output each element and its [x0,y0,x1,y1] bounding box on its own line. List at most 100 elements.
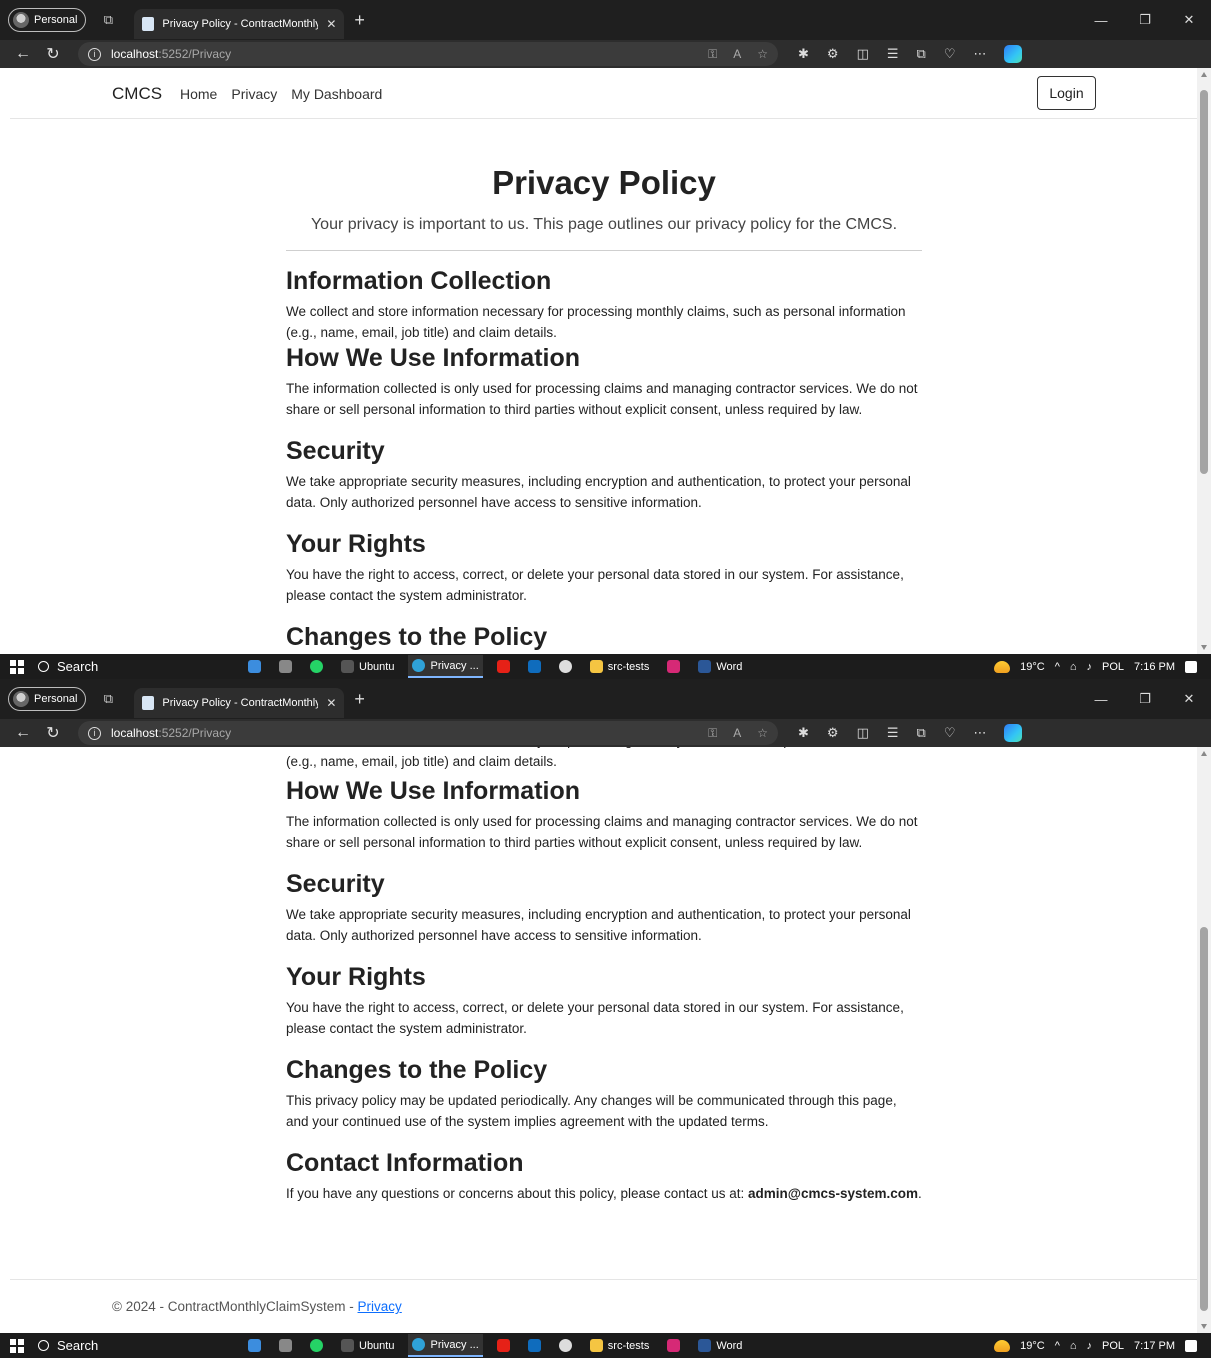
page-scrollbar[interactable] [1197,68,1211,654]
collections-icon[interactable]: ⧉ [917,725,926,741]
tray-chevron-icon[interactable]: ^ [1055,661,1060,673]
browser-essentials-icon[interactable]: ♡ [944,46,956,62]
login-button[interactable]: Login [1037,76,1096,110]
back-icon[interactable]: ← [8,724,38,742]
weather-icon[interactable] [994,660,1011,673]
taskbar-app-outlook[interactable] [524,655,545,678]
taskbar-app-edge[interactable]: Privacy ... [408,1334,483,1357]
taskbar-app-folder[interactable]: src-tests [586,1334,654,1357]
taskbar-app-github[interactable] [555,1334,576,1357]
taskbar-app-widgets[interactable] [244,655,265,678]
network-icon[interactable]: ⌂ [1070,1340,1077,1352]
page-scrollbar[interactable] [1197,747,1211,1333]
language-indicator[interactable]: POL [1102,661,1124,673]
footer-privacy-link[interactable]: Privacy [358,1299,402,1314]
tray-chevron-icon[interactable]: ^ [1055,1340,1060,1352]
favorites-icon[interactable]: ☰ [887,725,899,741]
extensions-puzzle-icon[interactable]: ⚙ [827,725,839,741]
nav-link-home[interactable]: Home [180,86,217,102]
taskbar-app-youtube[interactable] [493,655,514,678]
minimize-icon[interactable]: — [1079,13,1123,28]
taskbar-app-taskview[interactable] [275,655,296,678]
new-tab-icon[interactable]: + [354,689,365,710]
taskbar-app-outlook[interactable] [524,1334,545,1357]
scroll-thumb[interactable] [1200,927,1208,1311]
close-tab-icon[interactable]: ✕ [326,17,336,31]
address-bar[interactable]: i localhost:5252/Privacy ⚿ A ☆ [78,42,778,66]
new-tab-icon[interactable]: + [354,10,365,31]
favorite-star-icon[interactable]: ☆ [757,47,768,62]
taskbar-app-edge[interactable]: Privacy ... [408,655,483,678]
favorites-icon[interactable]: ☰ [887,46,899,62]
close-window-icon[interactable]: ✕ [1167,12,1211,28]
restore-icon[interactable]: ❐ [1123,691,1167,707]
scroll-down-icon[interactable] [1201,1324,1207,1329]
weather-icon[interactable] [994,1339,1011,1352]
volume-icon[interactable]: ♪ [1087,661,1093,673]
taskbar-app-instagram[interactable] [663,655,684,678]
refresh-icon[interactable]: ↻ [38,723,68,743]
workspaces-icon[interactable]: ⧉ [100,12,116,28]
windows-start-icon[interactable] [10,1338,24,1353]
notification-icon[interactable] [1185,660,1197,673]
browser-essentials-icon[interactable]: ♡ [944,725,956,741]
taskbar-app-whatsapp[interactable] [306,1334,327,1357]
site-brand[interactable]: CMCS [112,84,162,104]
copilot-icon[interactable] [1004,45,1023,63]
volume-icon[interactable]: ♪ [1087,1340,1093,1352]
refresh-icon[interactable]: ↻ [38,44,68,64]
workspaces-icon[interactable]: ⧉ [100,691,116,707]
temperature[interactable]: 19°C [1020,661,1045,673]
extension-icon[interactable]: ✱ [798,725,809,741]
split-screen-icon[interactable]: ◫ [857,46,869,62]
taskbar-app-ubuntu[interactable]: Ubuntu [337,1334,398,1357]
temperature[interactable]: 19°C [1020,1340,1045,1352]
scroll-up-icon[interactable] [1201,72,1207,77]
taskbar-app-word[interactable]: Word [694,655,746,678]
favorite-star-icon[interactable]: ☆ [757,726,768,741]
windows-start-icon[interactable] [10,659,24,674]
taskbar-app-whatsapp[interactable] [306,655,327,678]
collections-icon[interactable]: ⧉ [917,46,926,62]
profile-button[interactable]: Personal [8,8,87,32]
network-icon[interactable]: ⌂ [1070,661,1077,673]
close-window-icon[interactable]: ✕ [1167,691,1211,707]
back-icon[interactable]: ← [8,45,38,63]
address-bar[interactable]: i localhost:5252/Privacy ⚿ A ☆ [78,721,778,745]
browser-tab[interactable]: Privacy Policy - ContractMonthlyC ✕ [134,9,345,39]
taskbar-app-word[interactable]: Word [694,1334,746,1357]
split-screen-icon[interactable]: ◫ [857,725,869,741]
taskbar-search[interactable]: Search [38,1338,188,1353]
taskbar-app-widgets[interactable] [244,1334,265,1357]
clock[interactable]: 7:16 PM [1134,661,1175,673]
key-icon[interactable]: ⚿ [708,726,717,741]
scroll-up-icon[interactable] [1201,751,1207,756]
browser-tab[interactable]: Privacy Policy - ContractMonthlyC ✕ [134,688,345,718]
key-icon[interactable]: ⚿ [708,47,717,62]
clock[interactable]: 7:17 PM [1134,1340,1175,1352]
profile-button[interactable]: Personal [8,687,87,711]
site-info-icon[interactable]: i [88,47,101,61]
extension-icon[interactable]: ✱ [798,46,809,62]
scroll-thumb[interactable] [1200,90,1208,474]
scroll-down-icon[interactable] [1201,645,1207,650]
site-info-icon[interactable]: i [88,726,101,740]
taskbar-app-youtube[interactable] [493,1334,514,1357]
copilot-icon[interactable] [1004,724,1023,742]
language-indicator[interactable]: POL [1102,1340,1124,1352]
more-menu-icon[interactable]: ⋯ [973,725,986,741]
taskbar-app-ubuntu[interactable]: Ubuntu [337,655,398,678]
notification-icon[interactable] [1185,1339,1197,1352]
close-tab-icon[interactable]: ✕ [326,696,336,710]
read-aloud-icon[interactable]: A [733,47,741,62]
nav-link-privacy[interactable]: Privacy [231,86,277,102]
extensions-puzzle-icon[interactable]: ⚙ [827,46,839,62]
taskbar-app-instagram[interactable] [663,1334,684,1357]
minimize-icon[interactable]: — [1079,692,1123,707]
nav-link-dashboard[interactable]: My Dashboard [291,86,382,102]
taskbar-app-folder[interactable]: src-tests [586,655,654,678]
taskbar-search[interactable]: Search [38,659,188,674]
taskbar-app-taskview[interactable] [275,1334,296,1357]
taskbar-app-github[interactable] [555,655,576,678]
restore-icon[interactable]: ❐ [1123,12,1167,28]
